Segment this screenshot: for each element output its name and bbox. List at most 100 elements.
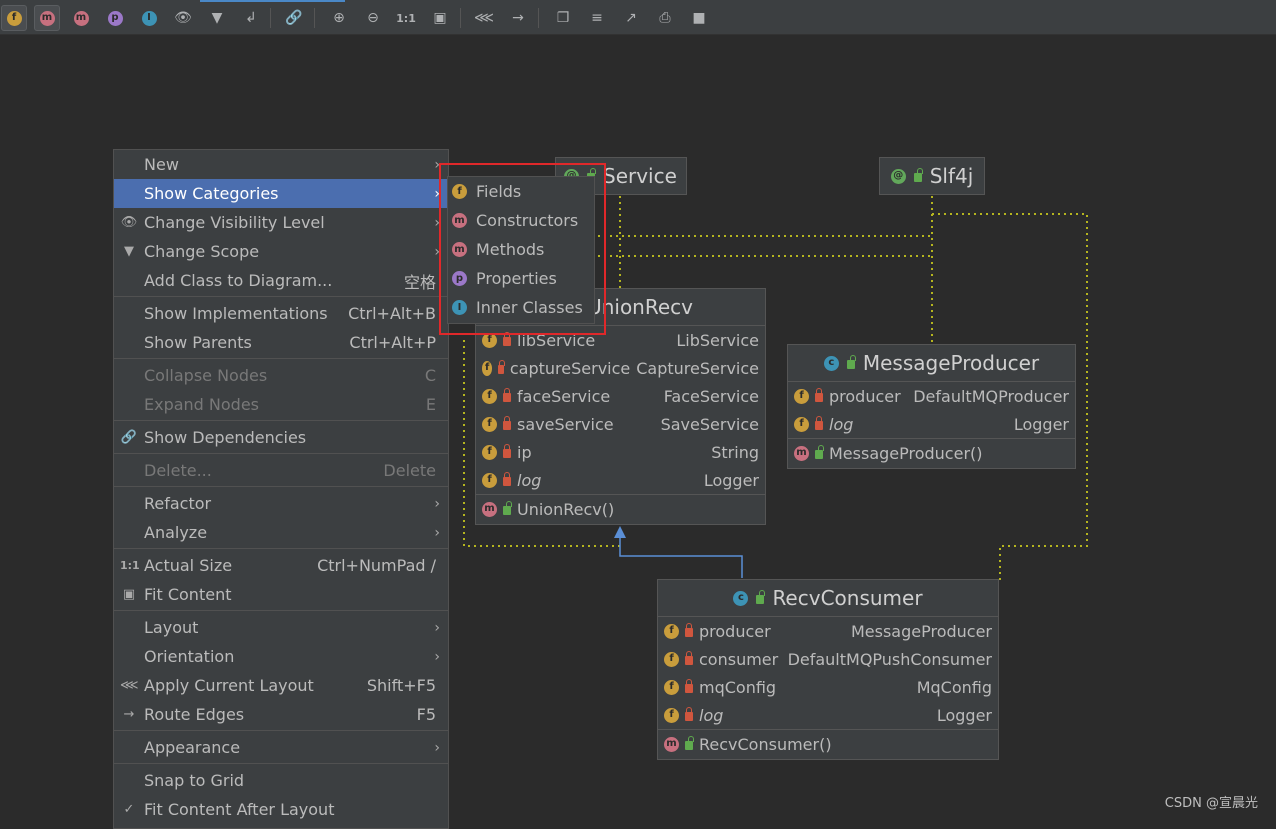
field-type: MessageProducer: [850, 621, 992, 641]
menu-item-new[interactable]: New ›: [114, 150, 448, 179]
constructor-name: RecvConsumer(): [699, 734, 832, 754]
check-icon: ✓: [123, 802, 135, 817]
field-row[interactable]: f mqConfig MqConfig: [658, 673, 998, 701]
static-field-icon: f: [794, 416, 809, 432]
highlight-annotation-box: [439, 163, 606, 335]
menu-item-show-implementations[interactable]: Show Implementations Ctrl+Alt+B: [114, 299, 448, 328]
submenu-arrow-icon: ›: [434, 648, 440, 665]
menu-item-show-dependencies[interactable]: 🔗 Show Dependencies: [114, 423, 448, 452]
field-row[interactable]: f consumer DefaultMQPushConsumer: [658, 645, 998, 673]
menu-item-label: Refactor: [144, 494, 212, 513]
private-icon: [685, 679, 693, 693]
private-icon: [815, 388, 823, 402]
menu-item-label: Route Edges: [144, 705, 245, 724]
menu-item-show-categories[interactable]: Show Categories ›: [114, 179, 448, 208]
annotation-icon: @: [890, 168, 906, 184]
field-type: SaveService: [660, 414, 759, 434]
field-row[interactable]: f log Logger: [788, 410, 1075, 438]
submenu-arrow-icon: ›: [434, 495, 440, 512]
constructor-icon: m: [794, 445, 809, 461]
field-icon: f: [482, 360, 493, 376]
constructor-row[interactable]: m RecvConsumer(): [658, 730, 998, 758]
submenu-arrow-icon: ›: [434, 619, 440, 636]
menu-item-appearance[interactable]: Appearance ›: [114, 733, 448, 762]
field-type: String: [711, 442, 759, 462]
menu-item-change-scope[interactable]: ▼ Change Scope ›: [114, 237, 448, 266]
menu-item-shortcut: 空格: [403, 272, 436, 292]
field-name: ip: [517, 442, 532, 462]
menu-separator: [114, 763, 448, 764]
static-field-icon: f: [482, 472, 497, 488]
messageproducer-class-node[interactable]: c MessageProducer f producer DefaultMQProd…: [787, 344, 1076, 469]
menu-item-add-class[interactable]: Add Class to Diagram... 空格: [114, 266, 448, 295]
field-type: Logger: [1013, 414, 1069, 434]
field-icon: f: [664, 623, 679, 639]
constructor-name: MessageProducer(): [829, 443, 983, 463]
private-icon: [503, 416, 511, 430]
menu-item-fit-content-after-layout[interactable]: ✓ Fit Content After Layout: [114, 795, 448, 824]
menu-item-fit-content[interactable]: ▣ Fit Content: [114, 580, 448, 609]
menu-item-refactor[interactable]: Refactor ›: [114, 489, 448, 518]
menu-item-label: Layout: [144, 618, 199, 637]
field-name: consumer: [699, 649, 779, 669]
field-row[interactable]: f producer MessageProducer: [658, 617, 998, 645]
constructor-name: UnionRecv(): [517, 499, 615, 519]
menu-item-shortcut: C: [424, 366, 436, 385]
constructor-row[interactable]: m UnionRecv(): [476, 495, 765, 523]
field-name: log: [829, 414, 854, 434]
submenu-arrow-icon: ›: [434, 739, 440, 756]
field-row[interactable]: f captureService CaptureService: [476, 354, 765, 382]
menu-separator: [114, 548, 448, 549]
private-icon: [503, 388, 511, 402]
menu-item-label: Snap to Grid: [144, 771, 245, 790]
menu-item-label: Show Categories: [144, 184, 279, 203]
menu-item-label: Fit Content: [144, 585, 232, 604]
field-row[interactable]: f faceService FaceService: [476, 382, 765, 410]
field-icon: f: [482, 388, 497, 404]
field-row[interactable]: f ip String: [476, 438, 765, 466]
field-row[interactable]: f log Logger: [476, 466, 765, 494]
menu-item-delete: Delete... Delete: [114, 456, 448, 485]
link-icon: 🔗: [120, 430, 138, 445]
menu-item-orientation[interactable]: Orientation ›: [114, 642, 448, 671]
field-icon: f: [482, 444, 497, 460]
menu-item-shortcut: E: [425, 395, 436, 414]
menu-item-actual-size[interactable]: 1:1 Actual Size Ctrl+NumPad /: [114, 551, 448, 580]
actual-size-icon: 1:1: [120, 559, 140, 572]
menu-item-layout[interactable]: Layout ›: [114, 613, 448, 642]
menu-item-snap-to-grid[interactable]: Snap to Grid: [114, 766, 448, 795]
private-icon: [503, 332, 511, 346]
inheritance-arrow-head: [614, 526, 626, 538]
menu-item-analyze[interactable]: Analyze ›: [114, 518, 448, 547]
private-icon: [685, 623, 693, 637]
field-name: producer: [829, 386, 901, 406]
menu-item-label: Show Implementations: [144, 304, 328, 323]
menu-separator: [114, 296, 448, 297]
public-icon: [756, 590, 766, 604]
field-row[interactable]: f saveService SaveService: [476, 410, 765, 438]
field-type: Logger: [703, 470, 759, 490]
public-icon: [503, 501, 512, 515]
menu-item-change-visibility-level[interactable]: 👁 Change Visibility Level ›: [114, 208, 448, 237]
constructor-row[interactable]: m MessageProducer(): [788, 439, 1075, 467]
menu-item-shortcut: Ctrl+Alt+P: [349, 333, 436, 352]
menu-item-route-edges[interactable]: → Route Edges F5: [114, 700, 448, 729]
field-name: mqConfig: [699, 677, 777, 697]
node-title: Service: [603, 164, 677, 188]
recvconsumer-class-node[interactable]: c RecvConsumer f producer MessageProducer …: [657, 579, 999, 760]
field-row[interactable]: f producer DefaultMQProducer: [788, 382, 1075, 410]
slf4j-annotation-node[interactable]: @ Slf4j: [879, 157, 985, 195]
menu-item-shortcut: Ctrl+NumPad /: [317, 556, 436, 575]
node-title: RecvConsumer: [772, 586, 923, 610]
field-type: FaceService: [663, 386, 759, 406]
private-icon: [503, 444, 511, 458]
menu-item-shortcut: Shift+F5: [366, 676, 436, 695]
layout-icon: ⋘: [120, 678, 139, 693]
menu-item-show-parents[interactable]: Show Parents Ctrl+Alt+P: [114, 328, 448, 357]
menu-item-apply-current-layout[interactable]: ⋘ Apply Current Layout Shift+F5: [114, 671, 448, 700]
field-row[interactable]: f log Logger: [658, 701, 998, 729]
private-icon: [685, 707, 693, 721]
field-name: captureService: [509, 358, 631, 378]
public-icon: [815, 445, 824, 459]
menu-item-collapse-nodes: Collapse Nodes C: [114, 361, 448, 390]
